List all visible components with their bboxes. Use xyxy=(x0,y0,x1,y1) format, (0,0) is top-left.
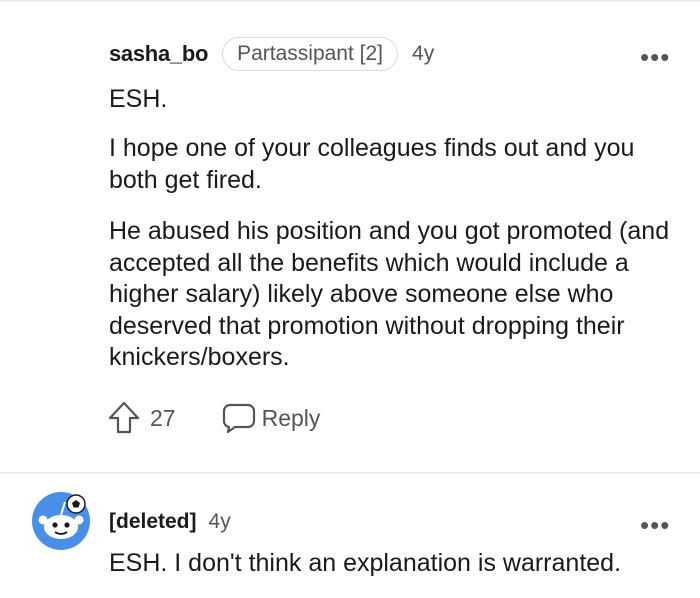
user-flair: Partassipant [2] xyxy=(222,37,399,71)
comment-actions: 27 Reply xyxy=(108,400,320,436)
comment-age: 4y xyxy=(208,510,231,533)
comment-2-header: [deleted] 4y xyxy=(109,507,231,537)
more-options-icon[interactable]: ••• xyxy=(640,44,670,70)
comment-paragraph: ESH. xyxy=(109,85,168,113)
more-options-icon[interactable]: ••• xyxy=(640,512,670,538)
top-divider xyxy=(0,0,700,2)
comment-author[interactable]: sasha_bo xyxy=(109,41,208,67)
comment-1-header: sasha_bo Partassipant [2] 4y xyxy=(109,37,435,71)
comment-paragraph: I hope one of your colleagues finds out … xyxy=(109,134,635,194)
comment-paragraph: ESH. I don't think an explanation is war… xyxy=(109,549,622,577)
comment-paragraph: He abused his position and you got promo… xyxy=(109,217,670,371)
chat-bubble-icon xyxy=(222,403,255,434)
vote-count: 27 xyxy=(150,404,176,431)
reply-label: Reply xyxy=(261,404,321,431)
upvote-arrow-icon[interactable] xyxy=(108,401,140,435)
comment-age: 4y xyxy=(412,42,435,65)
reply-button[interactable]: Reply xyxy=(222,402,321,434)
snoo-avatar-icon[interactable] xyxy=(32,492,90,550)
comment-divider xyxy=(0,472,700,474)
comment-author: [deleted] xyxy=(109,510,197,533)
